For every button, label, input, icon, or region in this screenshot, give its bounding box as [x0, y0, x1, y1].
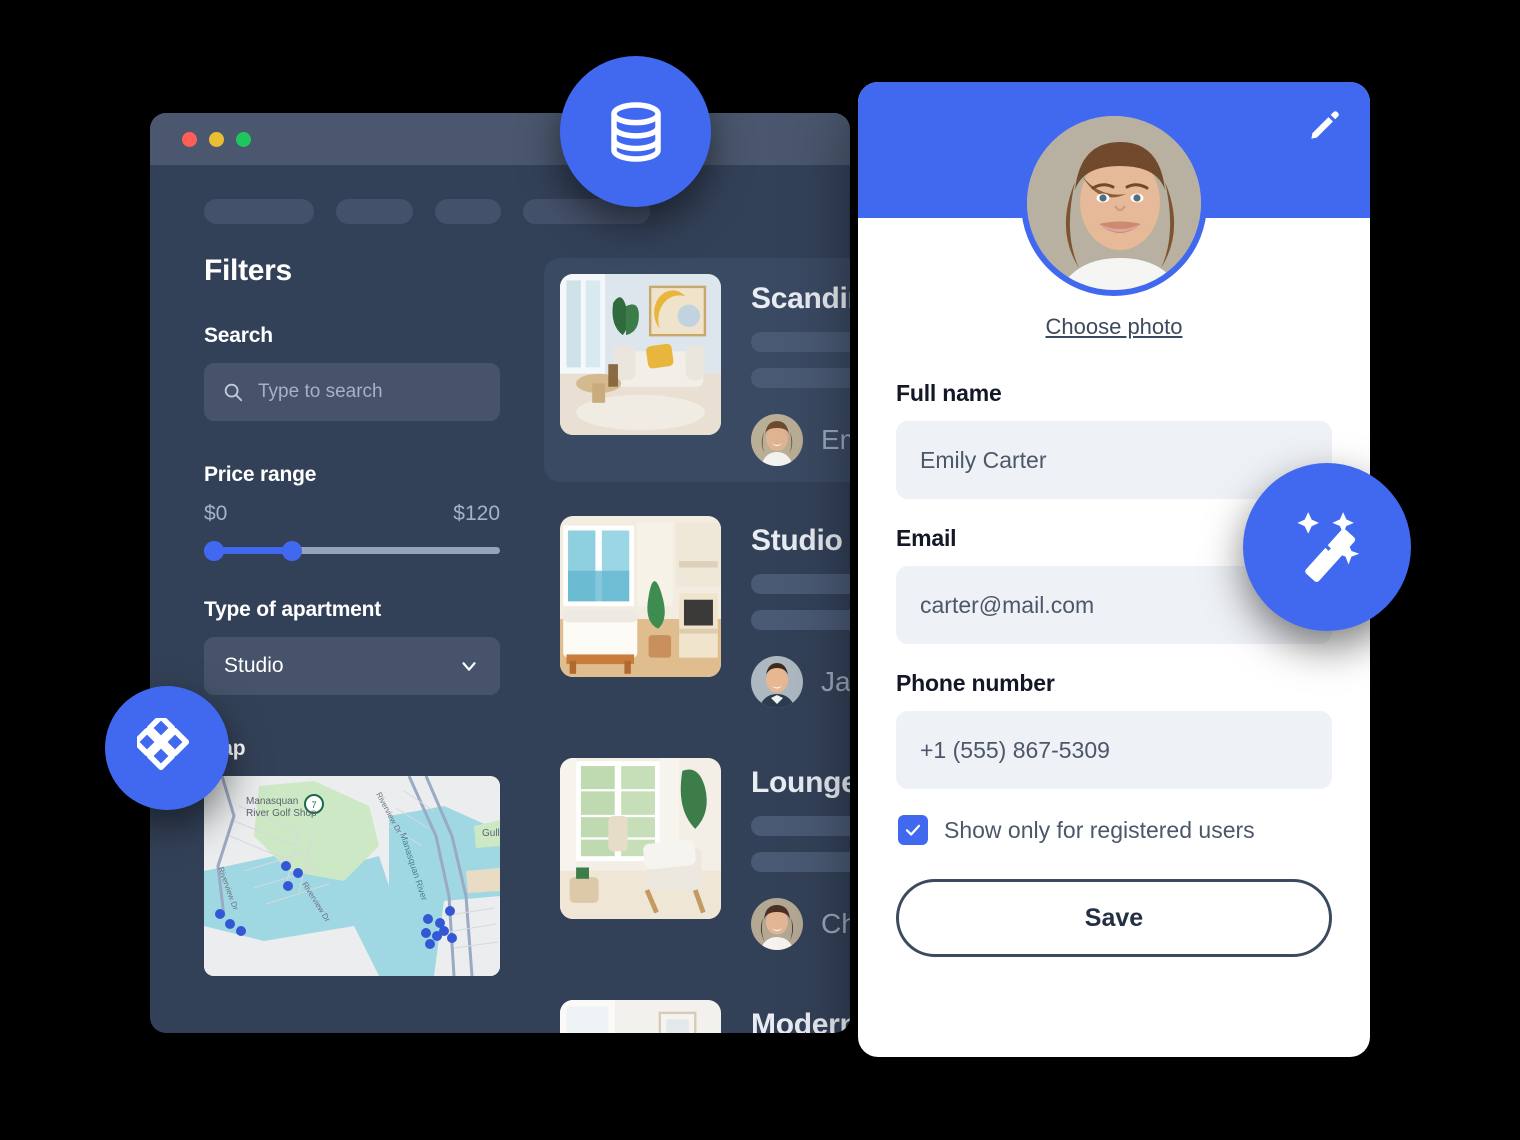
- stage: Filters Search Type to search Price rang…: [0, 0, 1520, 1140]
- listing-title: Modern: [751, 1008, 850, 1033]
- listing-thumbnail: [560, 274, 721, 435]
- maximize-button[interactable]: [236, 131, 251, 147]
- close-button[interactable]: [182, 131, 197, 147]
- owner-name: Jam: [821, 666, 850, 697]
- price-range-values: $0 $120: [204, 502, 500, 526]
- filters-heading: Filters: [204, 254, 292, 287]
- avatar-emily: [751, 414, 803, 466]
- apartment-type-section: Type of apartment Studio: [204, 598, 500, 695]
- minimize-button[interactable]: [209, 131, 224, 147]
- price-range-label: Price range: [204, 463, 317, 486]
- owner-avatar: [751, 898, 803, 950]
- filters-sidebar: Filters Search Type to search Price rang…: [204, 254, 500, 1033]
- map-canvas: 7 Manasquan River Golf Shop Gull I River…: [204, 776, 500, 976]
- grid-diamond-icon: [137, 718, 190, 771]
- listing-content: Modern: [751, 1000, 850, 1033]
- svg-text:Manasquan: Manasquan: [246, 796, 298, 807]
- edit-profile-button[interactable]: [1306, 106, 1344, 144]
- magic-wand-badge[interactable]: [1243, 463, 1411, 631]
- listing-card[interactable]: Scandin: [544, 258, 850, 482]
- apartment-type-select[interactable]: Studio: [204, 637, 500, 695]
- owner-name: Chlo: [821, 908, 850, 939]
- listing-title: Lounge: [751, 766, 850, 799]
- app-body: Filters Search Type to search Price rang…: [150, 224, 850, 1033]
- tab-placeholder-2[interactable]: [336, 199, 413, 224]
- window-titlebar: [150, 113, 850, 165]
- listing-skeleton-line: [751, 574, 850, 594]
- map-widget[interactable]: 7 Manasquan River Golf Shop Gull I River…: [204, 776, 500, 976]
- owner-avatar: [751, 656, 803, 708]
- listing-owner: Emi: [751, 414, 850, 466]
- tab-placeholder-1[interactable]: [204, 199, 314, 224]
- listing-skeleton-line: [751, 816, 850, 836]
- search-label: Search: [204, 324, 273, 347]
- full-name-label: Full name: [896, 380, 1002, 406]
- price-min-label: $0: [204, 502, 228, 525]
- phone-number-field[interactable]: +1 (555) 867-5309: [896, 711, 1332, 789]
- save-button[interactable]: Save: [896, 879, 1332, 957]
- registered-users-checkbox[interactable]: [898, 815, 928, 845]
- registered-users-label: Show only for registered users: [944, 816, 1255, 843]
- map-label: Map: [204, 737, 500, 761]
- svg-text:River Golf Shop: River Golf Shop: [246, 808, 317, 819]
- listing-card[interactable]: Modern: [544, 984, 850, 1033]
- registered-users-checkbox-row[interactable]: Show only for registered users: [898, 815, 1332, 845]
- listing-content: Studio w: [751, 516, 850, 708]
- apartment-type-label: Type of apartment: [204, 598, 382, 621]
- slider-handle-max[interactable]: [282, 541, 302, 561]
- listing-card[interactable]: Lounge Ch: [544, 742, 850, 966]
- listing-title: Studio w: [751, 524, 850, 557]
- studio-sea-photo: [560, 516, 721, 677]
- lounge-balcony-photo: [560, 758, 721, 919]
- profile-card-header: [858, 82, 1370, 296]
- tab-placeholder-3[interactable]: [435, 199, 501, 224]
- listing-owner: Chlo: [751, 898, 850, 950]
- listings-column: Scandin: [544, 254, 850, 1033]
- listing-thumbnail: [560, 516, 721, 677]
- apartment-type-value: Studio: [224, 654, 284, 677]
- magic-wand-icon: [1297, 512, 1360, 582]
- modern-bedroom-photo: [560, 1000, 721, 1033]
- listing-skeleton-line: [751, 852, 850, 872]
- avatar-james: [751, 656, 803, 708]
- listing-card[interactable]: Studio w: [544, 500, 850, 724]
- slider-handle-min[interactable]: [204, 541, 224, 561]
- avatar-chloe: [751, 898, 803, 950]
- phone-number-label: Phone number: [896, 670, 1055, 696]
- map-section: Map: [204, 737, 500, 976]
- app-window: Filters Search Type to search Price rang…: [150, 113, 850, 1033]
- owner-name: Emi: [821, 424, 850, 455]
- listing-thumbnail: [560, 758, 721, 919]
- listing-skeleton-line: [751, 368, 850, 388]
- profile-form: Choose photo Full name Emily Carter Emai…: [858, 218, 1370, 1057]
- choose-photo-link[interactable]: Choose photo: [896, 314, 1332, 340]
- living-room-photo: [560, 274, 721, 435]
- listing-skeleton-line: [751, 610, 850, 630]
- check-icon: [905, 824, 921, 836]
- tab-bar: [150, 165, 850, 224]
- avatar: [1021, 110, 1207, 296]
- listing-thumbnail: [560, 1000, 721, 1033]
- search-icon: [224, 383, 243, 402]
- pencil-icon: [1311, 111, 1339, 139]
- database-badge[interactable]: [560, 56, 711, 207]
- listing-owner: Jam: [751, 656, 850, 708]
- listing-content: Lounge Ch: [751, 758, 850, 950]
- search-placeholder: Type to search: [258, 381, 383, 402]
- price-max-label: $120: [453, 502, 500, 525]
- grid-badge[interactable]: [105, 686, 229, 810]
- listing-skeleton-line: [751, 332, 850, 352]
- listing-title: Scandin: [751, 282, 850, 315]
- listing-content: Scandin: [751, 274, 850, 466]
- database-icon: [610, 101, 661, 162]
- search-input[interactable]: Type to search: [204, 363, 500, 421]
- price-range-slider[interactable]: [204, 541, 500, 561]
- svg-text:Gull I: Gull I: [482, 828, 500, 839]
- price-range-section: Price range $0 $120: [204, 463, 500, 561]
- chevron-down-icon: [462, 662, 476, 671]
- owner-avatar: [751, 414, 803, 466]
